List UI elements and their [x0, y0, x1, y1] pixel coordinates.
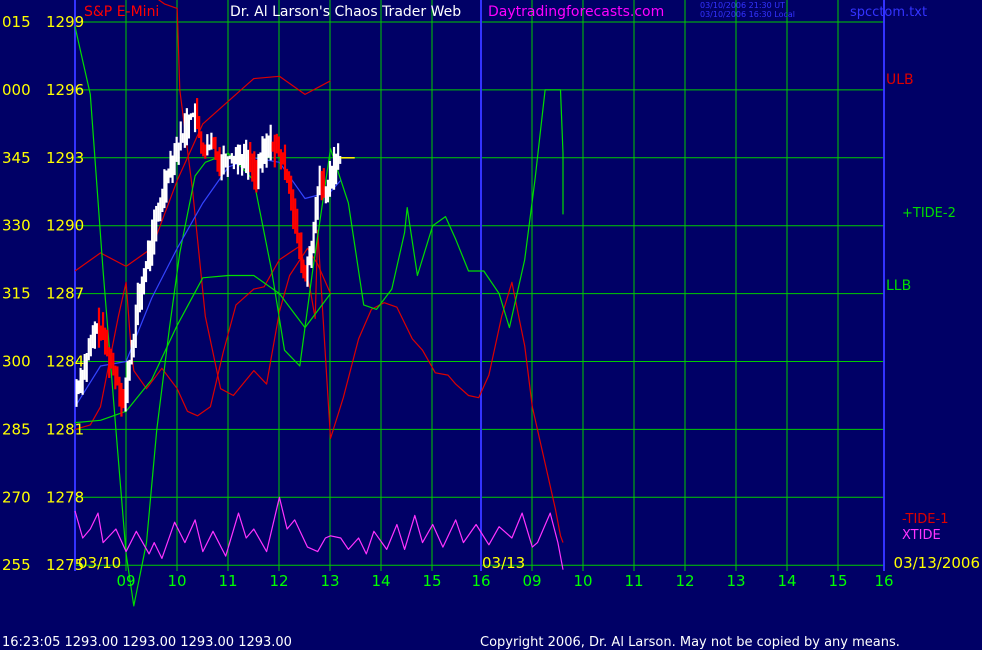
ulb-label: ULB: [886, 72, 914, 88]
price-tick-label: 1281: [46, 420, 84, 438]
hour-tick-label: 15: [828, 572, 847, 590]
hour-tick-label: 16: [471, 572, 490, 590]
angle-tick-label: 345: [2, 149, 31, 167]
hour-tick-label: 09: [116, 572, 135, 590]
angle-tick-label: 255: [2, 556, 31, 574]
hour-tick-label: 15: [422, 572, 441, 590]
tide1-label: -TIDE-1: [902, 512, 948, 527]
timestamp-ut: 03/10/2006 21:30 UT: [700, 1, 785, 10]
price-tick-label: 1299: [46, 13, 84, 31]
data-file-name: spcctom.txt: [850, 5, 927, 20]
price-tick-label: 1293: [46, 149, 84, 167]
price-tick-label: 1290: [46, 217, 84, 235]
llb-label: LLB: [886, 278, 911, 294]
hour-tick-label: 11: [624, 572, 643, 590]
date-label: 03/13/2006: [894, 554, 980, 572]
copyright-notice: Copyright 2006, Dr. Al Larson. May not b…: [480, 635, 900, 650]
hour-tick-label: 13: [726, 572, 745, 590]
price-tick-label: 1287: [46, 285, 84, 303]
date-label: 03/13: [482, 554, 525, 572]
angle-tick-label: 270: [2, 488, 31, 506]
hour-tick-label: 14: [777, 572, 796, 590]
price-tick-label: 1296: [46, 81, 84, 99]
angle-tick-label: 315: [2, 285, 31, 303]
hour-tick-label: 09: [522, 572, 541, 590]
status-readout: 16:23:05 1293.00 1293.00 1293.00 1293.00: [2, 635, 292, 650]
symbol-title: S&P E-Mini: [84, 4, 159, 20]
hour-tick-label: 12: [269, 572, 288, 590]
price-tick-label: 1278: [46, 488, 84, 506]
angle-tick-label: 300: [2, 353, 31, 371]
price-tick-label: 1284: [46, 353, 84, 371]
hour-tick-label: 13: [320, 572, 339, 590]
tide2-label: +TIDE-2: [902, 206, 956, 221]
timestamp-local: 03/10/2006 16:30 Local: [700, 10, 795, 19]
hour-tick-label: 16: [874, 572, 893, 590]
date-label: 03/10: [78, 554, 121, 572]
hour-tick-label: 10: [573, 572, 592, 590]
angle-tick-label: 285: [2, 420, 31, 438]
angle-tick-label: 015: [2, 13, 31, 31]
xtide-label: XTIDE: [902, 528, 941, 543]
site-link[interactable]: Daytradingforecasts.com: [488, 4, 664, 20]
hour-tick-label: 10: [167, 572, 186, 590]
angle-tick-label: 000: [2, 81, 31, 99]
chart-background: [0, 0, 982, 650]
hour-tick-label: 11: [218, 572, 237, 590]
chaos-trader-chart: 015 1299 000 1296 345 1293 330 1290 315 1287 300 12…: [0, 0, 982, 650]
hour-tick-label: 14: [371, 572, 390, 590]
angle-tick-label: 330: [2, 217, 31, 235]
chart-title: Dr. Al Larson's Chaos Trader Web: [230, 4, 461, 20]
hour-tick-label: 12: [675, 572, 694, 590]
